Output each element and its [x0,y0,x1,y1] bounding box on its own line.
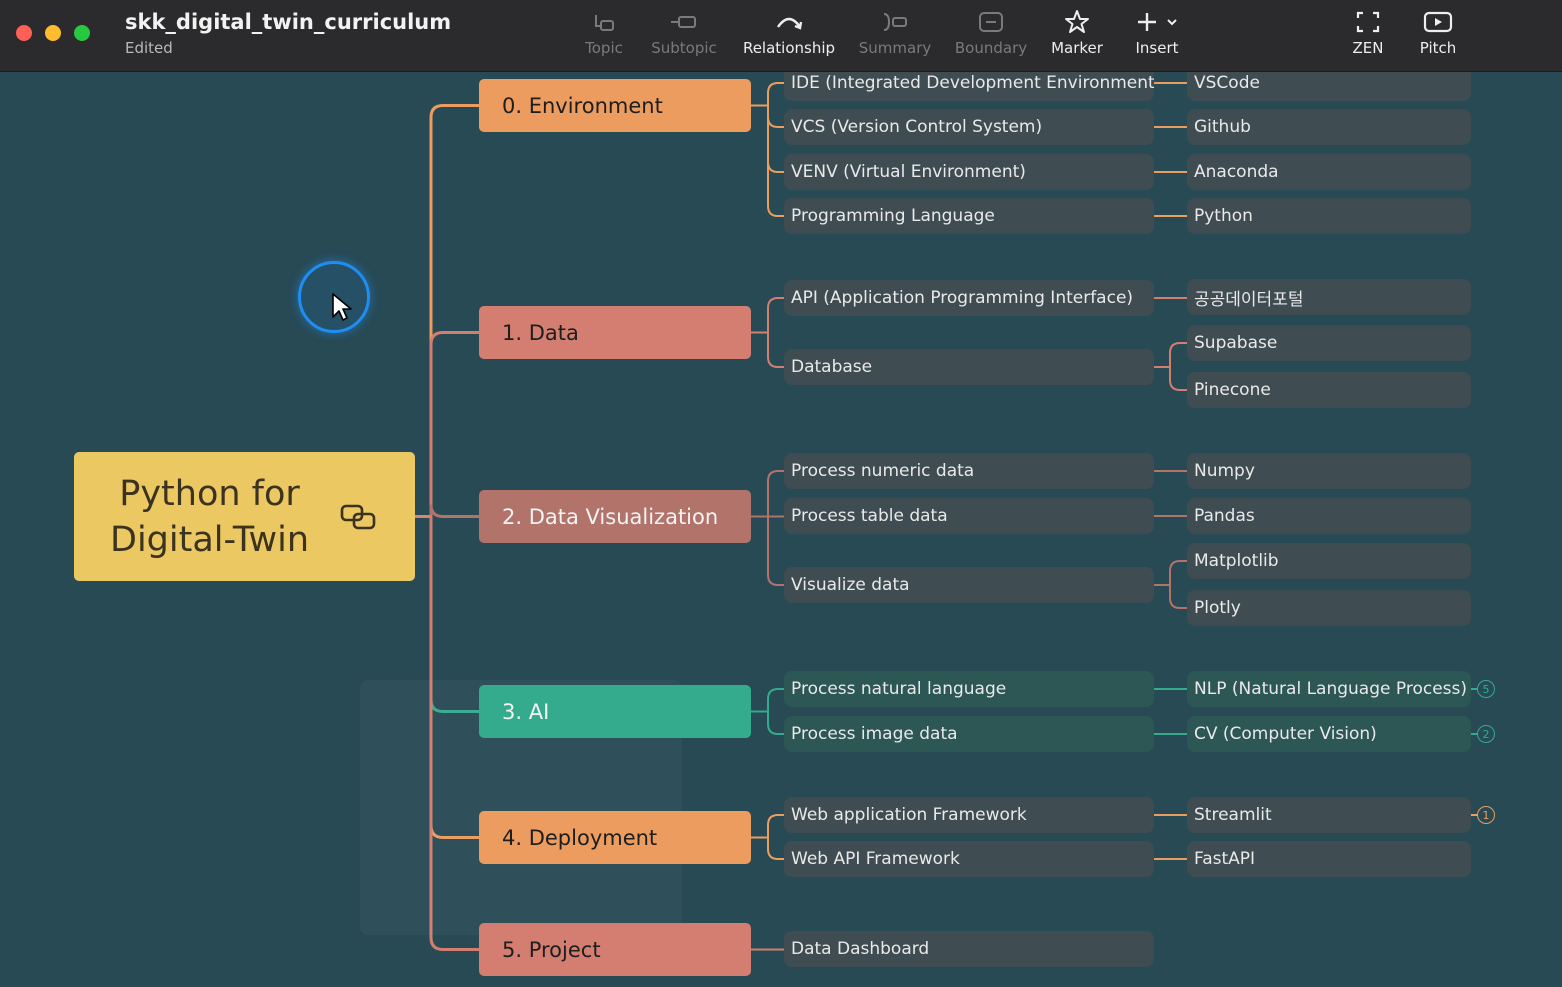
leaf-topic-3[interactable]: Python [1187,198,1471,234]
plus-icon [1138,13,1177,31]
marker-button[interactable]: Marker [1047,8,1107,57]
central-topic-line-1: Python for [119,473,300,514]
fullscreen-icon [1346,8,1390,36]
leaf-topic-11[interactable]: NLP (Natural Language Process) [1187,671,1471,707]
boundary-label: Boundary [954,39,1028,57]
leaf-topic-7[interactable]: Numpy [1187,453,1471,489]
boundary-icon [952,8,1030,36]
subtopic-7[interactable]: Process table data [784,498,1154,534]
subtopic-8[interactable]: Visualize data [784,567,1154,603]
leaf-topic-5[interactable]: Supabase [1187,325,1471,361]
leaf-topic-9[interactable]: Matplotlib [1187,543,1471,579]
main-topic-4[interactable]: 4. Deployment [479,811,751,864]
marker-label: Marker [1051,39,1103,57]
relationship-button[interactable]: Relationship [740,8,838,57]
summary-icon [857,8,933,36]
subtopic-13[interactable]: Data Dashboard [784,931,1154,967]
subtopic-5[interactable]: Database [784,349,1154,385]
relationship-icon [740,8,838,36]
insert-button[interactable]: Insert [1127,8,1187,57]
main-topic-1[interactable]: 1. Data [479,306,751,359]
main-topic-2[interactable]: 2. Data Visualization [479,490,751,543]
insert-icon-group [1127,8,1187,36]
star-icon [1047,8,1107,36]
topic-icon [583,8,625,36]
central-topic[interactable]: Python for Digital-Twin [74,452,415,581]
zoom-window-button[interactable] [74,25,90,41]
central-topic-line-2: Digital-Twin [110,519,310,560]
zen-button[interactable]: ZEN [1346,8,1390,57]
leaf-topic-10[interactable]: Plotly [1187,590,1471,626]
subtopic-icon [648,8,720,36]
collapsed-count-badge[interactable]: 2 [1477,725,1495,743]
play-icon [1414,8,1462,36]
subtopic-label: Subtopic [651,39,717,57]
minimize-window-button[interactable] [45,25,61,41]
leaf-topic-14[interactable]: FastAPI [1187,841,1471,877]
subtopic-9[interactable]: Process natural language [784,671,1154,707]
topic-label: Topic [585,39,623,57]
summary-button[interactable]: Summary [857,8,933,57]
subtopic-button[interactable]: Subtopic [648,8,720,57]
collapsed-count-badge[interactable]: 1 [1477,806,1495,824]
subtopic-6[interactable]: Process numeric data [784,453,1154,489]
relationship-label: Relationship [742,39,836,57]
pitch-label: Pitch [1419,39,1457,57]
topic-button[interactable]: Topic [583,8,625,57]
leaf-topic-2[interactable]: Anaconda [1187,154,1471,190]
document-title: skk_digital_twin_curriculum [125,10,452,34]
document-status: Edited [125,39,173,57]
main-topic-0[interactable]: 0. Environment [479,79,751,132]
leaf-topic-4[interactable]: 공공데이터포털 [1187,279,1471,315]
close-window-button[interactable] [16,25,32,41]
main-topic-5[interactable]: 5. Project [479,923,751,976]
leaf-topic-13[interactable]: Streamlit [1187,797,1471,833]
leaf-topic-12[interactable]: CV (Computer Vision) [1187,716,1471,752]
main-topic-3[interactable]: 3. AI [479,685,751,738]
linked-topic-icon[interactable] [340,502,378,532]
subtopic-1[interactable]: VCS (Version Control System) [784,109,1154,145]
leaf-topic-1[interactable]: Github [1187,109,1471,145]
mindmap-canvas[interactable]: Python for Digital-Twin 0. Environment 1. D… [0,0,1562,987]
leaf-topic-8[interactable]: Pandas [1187,498,1471,534]
title-bar: skk_digital_twin_curriculum Edited Topic… [0,0,1562,72]
collapsed-count-badge[interactable]: 5 [1477,680,1495,698]
mouse-pointer-icon [332,293,352,321]
summary-label: Summary [858,39,932,57]
subtopic-2[interactable]: VENV (Virtual Environment) [784,154,1154,190]
pitch-button[interactable]: Pitch [1414,8,1462,57]
subtopic-3[interactable]: Programming Language [784,198,1154,234]
subtopic-11[interactable]: Web application Framework [784,797,1154,833]
insert-label: Insert [1135,39,1179,57]
central-topic-text: Python for Digital-Twin [110,471,309,563]
boundary-button[interactable]: Boundary [952,8,1030,57]
subtopic-4[interactable]: API (Application Programming Interface) [784,280,1154,316]
subtopic-10[interactable]: Process image data [784,716,1154,752]
subtopic-12[interactable]: Web API Framework [784,841,1154,877]
leaf-topic-6[interactable]: Pinecone [1187,372,1471,408]
zen-label: ZEN [1352,39,1384,57]
